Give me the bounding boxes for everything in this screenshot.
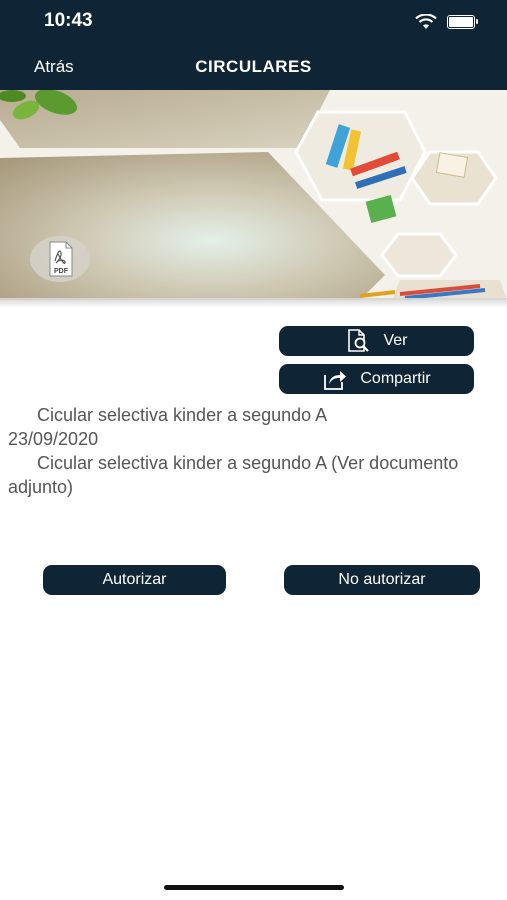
autorizar-button[interactable]: Autorizar — [43, 565, 226, 595]
page-title: CIRCULARES — [195, 57, 312, 76]
navigation-bar: 10:43 Atrás CIRCULARES — [0, 0, 507, 90]
status-icons — [415, 14, 478, 30]
compartir-button[interactable]: Compartir — [279, 364, 474, 394]
wifi-icon — [415, 14, 437, 29]
share-icon — [324, 371, 347, 390]
compartir-label: Compartir — [360, 370, 431, 387]
no-autorizar-label: No autorizar — [338, 571, 426, 588]
no-autorizar-button[interactable]: No autorizar — [284, 565, 480, 595]
battery-icon — [447, 15, 478, 29]
pdf-icon[interactable]: PDF — [30, 236, 90, 282]
ver-label: Ver — [383, 332, 408, 349]
circular-description: Cicular selectiva kinder a segundo A (Ve… — [8, 453, 459, 497]
pdf-label: PDF — [54, 268, 69, 275]
document-search-icon — [348, 329, 370, 352]
circular-date: 23/09/2020 — [8, 429, 99, 449]
circular-details: Cicular selectiva kinder a segundo A 23/… — [8, 403, 478, 499]
banner-shadow — [0, 298, 507, 308]
ver-button[interactable]: Ver — [279, 326, 474, 356]
autorizar-label: Autorizar — [102, 571, 167, 588]
home-indicator[interactable] — [164, 885, 344, 890]
circular-title: Cicular selectiva kinder a segundo A — [37, 405, 328, 425]
status-time: 10:43 — [44, 10, 93, 31]
